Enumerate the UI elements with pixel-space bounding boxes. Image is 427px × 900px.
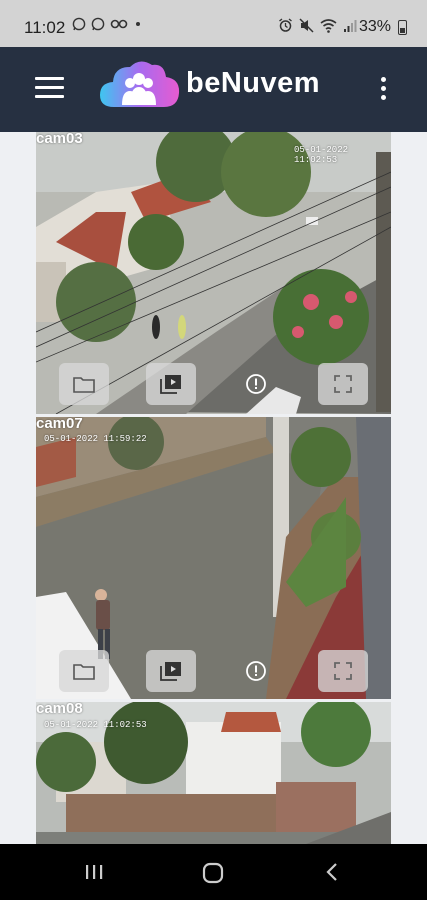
folder-icon bbox=[73, 377, 95, 393]
hamburger-menu-icon[interactable] bbox=[35, 77, 65, 101]
camera-label: cam03 bbox=[36, 132, 83, 147]
mute-icon bbox=[299, 18, 314, 33]
camera-timestamp: 05-01-2022 11:02:53 bbox=[294, 145, 349, 165]
recordings-button[interactable] bbox=[146, 363, 196, 405]
whatsapp-icon bbox=[91, 17, 105, 31]
fullscreen-icon bbox=[334, 375, 352, 393]
folder-button[interactable] bbox=[59, 650, 109, 692]
alert-button[interactable] bbox=[241, 363, 271, 405]
video-library-icon bbox=[160, 662, 181, 681]
folder-icon bbox=[73, 664, 95, 680]
system-icons bbox=[278, 18, 357, 33]
notification-icons bbox=[72, 17, 143, 31]
oo-icon bbox=[110, 19, 128, 29]
recordings-button[interactable] bbox=[146, 650, 196, 692]
system-nav-bar bbox=[0, 844, 427, 900]
folder-button[interactable] bbox=[59, 363, 109, 405]
alert-button[interactable] bbox=[241, 650, 271, 692]
dot-icon bbox=[136, 22, 140, 26]
fullscreen-icon bbox=[334, 662, 352, 680]
app-bar: beNuvem bbox=[0, 47, 427, 132]
alert-circle-icon bbox=[246, 661, 266, 681]
camera-feed-cam08[interactable]: cam08 05-01-2022 11:02:53 bbox=[36, 702, 391, 844]
camera-timestamp: 05-01-2022 11:59:22 bbox=[44, 434, 147, 444]
fullscreen-button[interactable] bbox=[318, 363, 368, 405]
signal-icon bbox=[344, 19, 357, 32]
alarm-icon bbox=[279, 18, 292, 32]
more-vertical-icon[interactable] bbox=[379, 77, 387, 103]
video-library-icon bbox=[160, 375, 181, 394]
battery-icon bbox=[398, 20, 407, 35]
camera-feed-cam07[interactable]: cam07 05-01-2022 11:59:22 bbox=[36, 417, 391, 699]
camera-list[interactable]: cam03 05-01-2022 11:02:53 cam07 05-01-20… bbox=[0, 132, 427, 844]
camera-label: cam07 bbox=[36, 417, 83, 432]
back-icon[interactable] bbox=[324, 862, 340, 882]
brand-name: beNuvem bbox=[186, 67, 321, 99]
status-bar: 11:02 33% bbox=[0, 0, 427, 47]
camera-label: cam08 bbox=[36, 702, 83, 717]
wifi-icon bbox=[320, 19, 337, 33]
battery-percent: 33% bbox=[358, 18, 391, 35]
recent-apps-icon[interactable] bbox=[84, 862, 104, 882]
fullscreen-button[interactable] bbox=[318, 650, 368, 692]
status-time: 11:02 bbox=[24, 18, 66, 37]
home-icon[interactable] bbox=[202, 862, 224, 884]
camera-timestamp: 05-01-2022 11:02:53 bbox=[44, 720, 147, 730]
alert-circle-icon bbox=[246, 374, 266, 394]
benuvem-logo bbox=[100, 61, 180, 107]
camera-feed-cam03[interactable]: cam03 05-01-2022 11:02:53 bbox=[36, 132, 391, 414]
whatsapp-icon bbox=[72, 17, 86, 31]
